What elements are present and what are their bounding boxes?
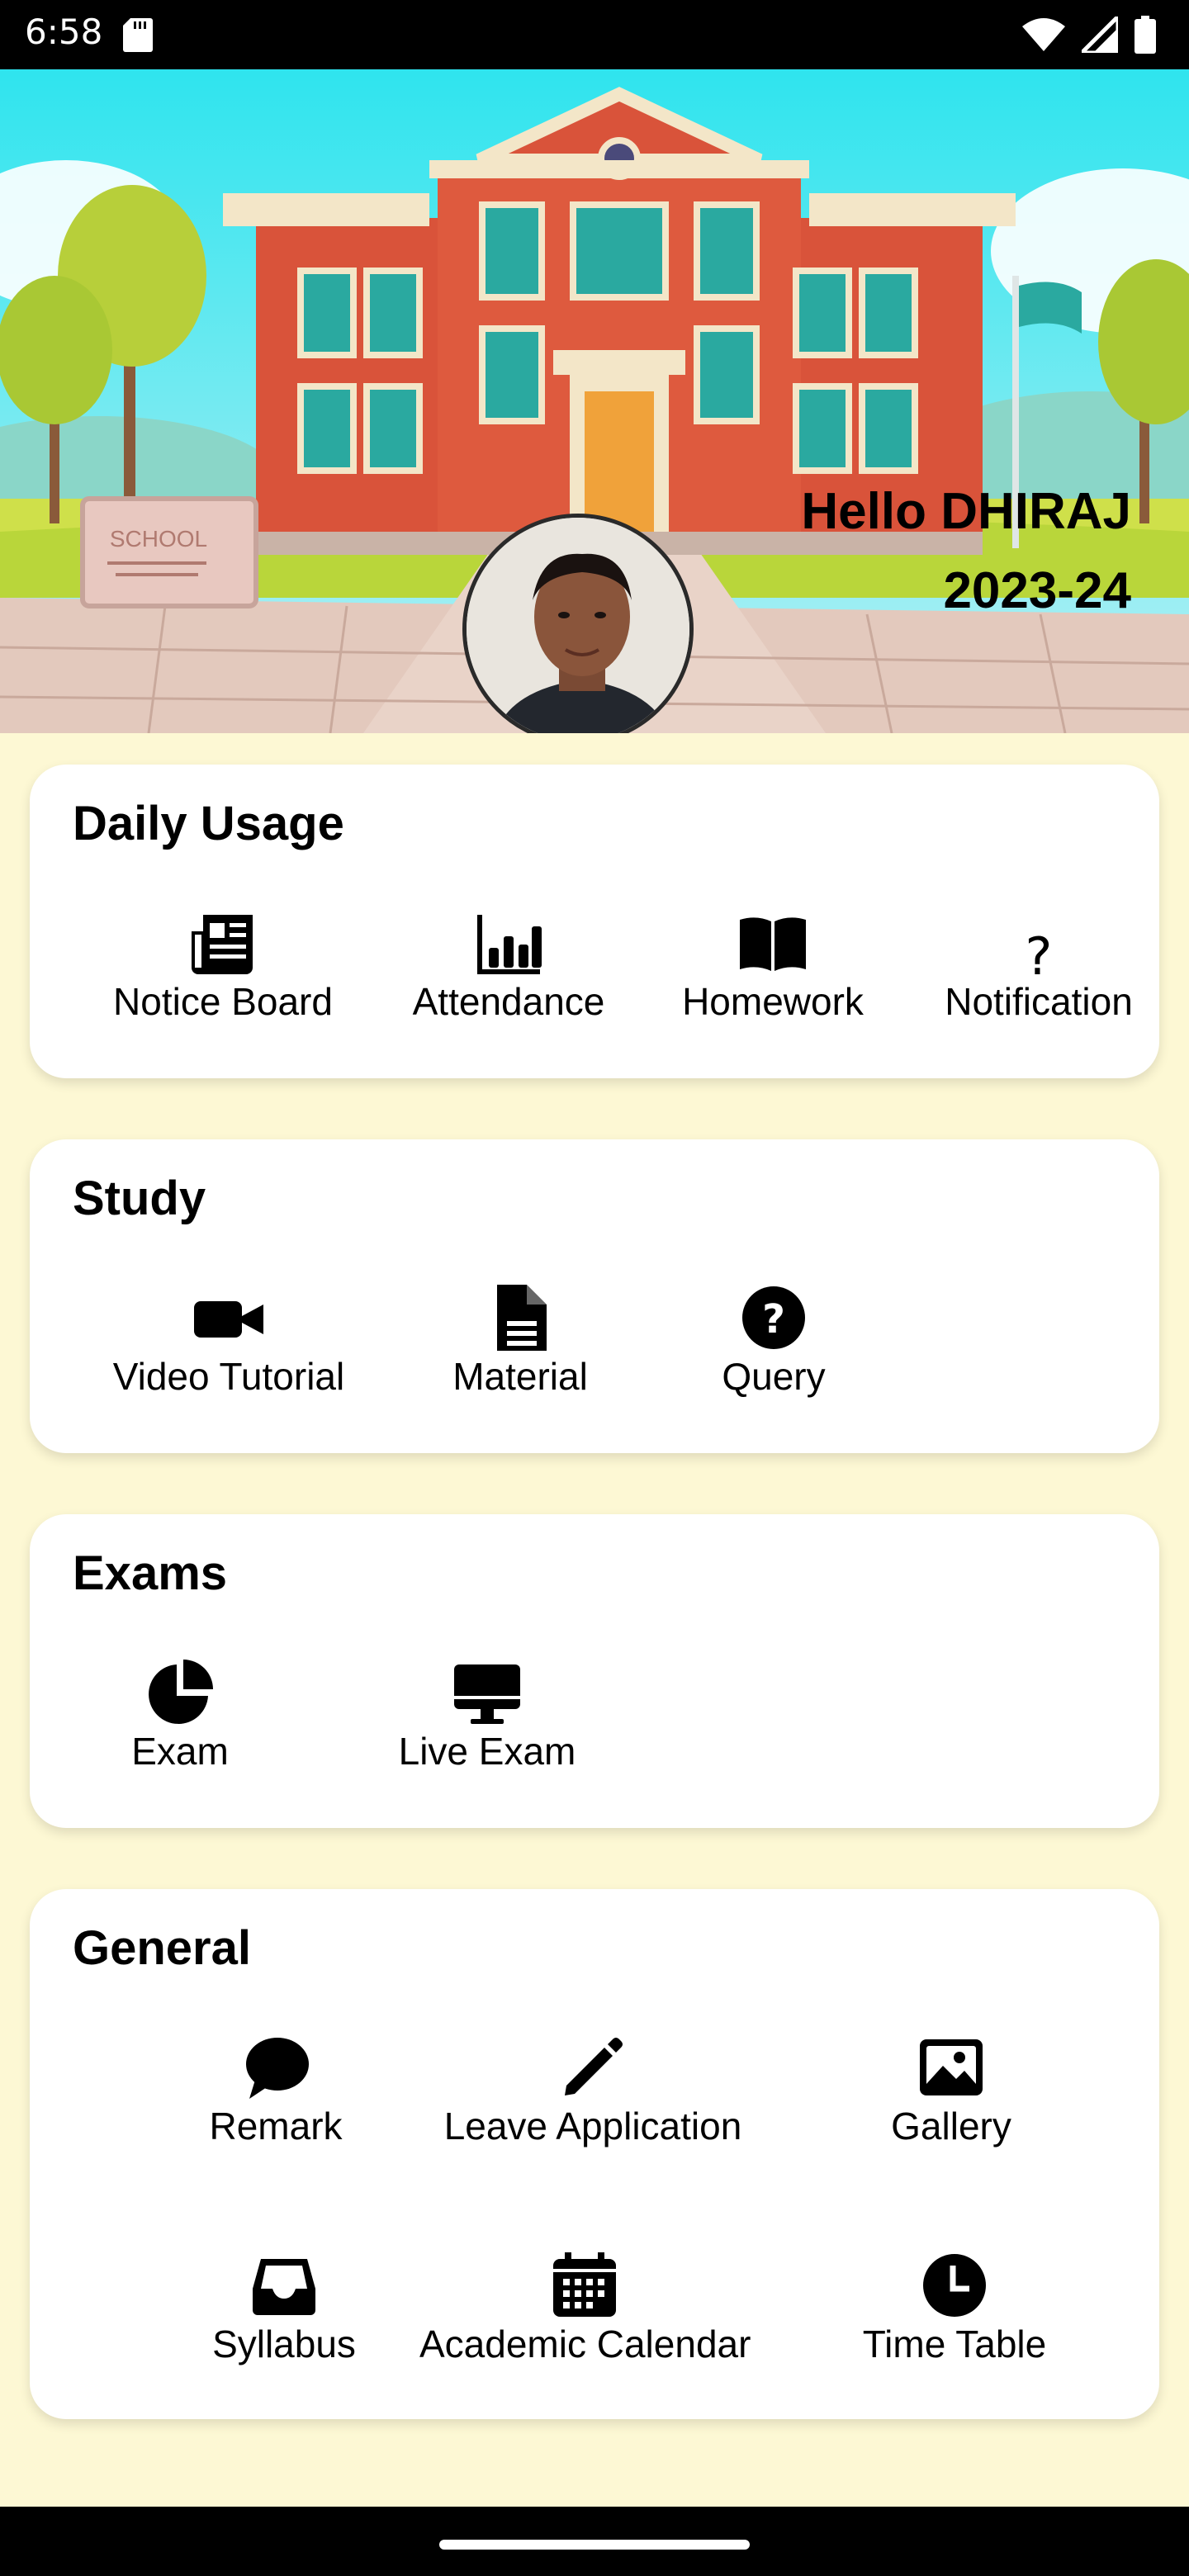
item-label: Notification	[945, 980, 1133, 1023]
status-bar: 6:58	[0, 0, 1189, 69]
sd-card-icon	[123, 18, 153, 52]
section-title: Exams	[73, 1546, 228, 1600]
profile-photo	[467, 518, 689, 733]
status-time: 6:58	[25, 12, 103, 52]
pencil-icon	[565, 2038, 623, 2095]
newspaper-icon	[192, 915, 253, 974]
item-label: Exam	[131, 1730, 229, 1773]
question-mark-icon: ?	[1026, 926, 1053, 978]
book-icon	[740, 917, 806, 971]
notice-board-button[interactable]: Notice Board	[74, 908, 372, 1024]
section-title: Daily Usage	[73, 797, 344, 850]
signal-icon	[1082, 17, 1118, 53]
clock-icon	[923, 2254, 986, 2317]
live-exam-button[interactable]: Live Exam	[355, 1658, 619, 1773]
svg-text:?: ?	[1026, 926, 1053, 978]
query-button[interactable]: ? Query	[646, 1283, 902, 1399]
chat-bubble-icon	[246, 2038, 309, 2099]
greeting-text: Hello DHIRAJ	[801, 483, 1131, 540]
section-title: General	[73, 1921, 251, 1975]
item-label: Leave Application	[443, 2105, 742, 2147]
system-navigation-bar	[0, 2507, 1189, 2576]
battery-icon	[1135, 16, 1156, 54]
item-label: Academic Calendar	[419, 2323, 751, 2365]
document-icon	[497, 1285, 547, 1351]
exam-button[interactable]: Exam	[73, 1658, 287, 1773]
home-gesture-handle[interactable]	[439, 2540, 750, 2550]
bar-chart-icon	[477, 915, 542, 974]
item-label: Material	[452, 1355, 588, 1398]
pie-chart-icon	[149, 1660, 213, 1724]
attendance-button[interactable]: Attendance	[360, 908, 657, 1024]
item-label: Homework	[682, 980, 864, 1023]
item-label: Remark	[209, 2105, 343, 2147]
wifi-icon	[1022, 18, 1065, 51]
school-sign-text: SCHOOL	[110, 526, 207, 552]
general-card: General Remark Leave Application Gallery…	[30, 1889, 1159, 2419]
item-label: Live Exam	[398, 1730, 576, 1773]
session-text: 2023-24	[943, 562, 1131, 619]
time-table-button[interactable]: Time Table	[806, 2251, 1103, 2366]
item-label: Syllabus	[212, 2323, 356, 2365]
header-banner: SCHOOL Hello DHIRAJ 2023-24	[0, 69, 1189, 733]
inbox-icon	[253, 2259, 315, 2315]
study-card: Study Video Tutorial Material ? Query	[30, 1139, 1159, 1453]
desktop-icon	[454, 1664, 520, 1724]
item-label: Video Tutorial	[112, 1355, 345, 1398]
video-camera-icon	[194, 1301, 263, 1338]
leave-application-button[interactable]: Leave Application	[428, 2033, 758, 2148]
greeting-block: Hello DHIRAJ 2023-24	[801, 472, 1131, 631]
svg-text:?: ?	[762, 1296, 785, 1342]
academic-calendar-button[interactable]: Academic Calendar	[419, 2251, 751, 2366]
material-button[interactable]: Material	[363, 1283, 677, 1399]
item-label: Attendance	[412, 980, 605, 1023]
help-circle-icon: ?	[742, 1286, 805, 1349]
remark-button[interactable]: Remark	[127, 2033, 424, 2148]
item-label: Gallery	[891, 2105, 1011, 2147]
image-icon	[920, 2039, 983, 2095]
gallery-button[interactable]: Gallery	[803, 2033, 1100, 2148]
exams-card: Exams Exam Live Exam	[30, 1514, 1159, 1828]
notification-button[interactable]: ? Notification	[890, 908, 1187, 1024]
item-label: Time Table	[862, 2323, 1047, 2365]
homework-button[interactable]: Homework	[624, 908, 921, 1024]
daily-usage-card: Daily Usage Notice Board Attendance Home…	[30, 765, 1159, 1078]
calendar-icon	[553, 2252, 616, 2317]
item-label: Notice Board	[113, 980, 333, 1023]
video-tutorial-button[interactable]: Video Tutorial	[68, 1283, 390, 1399]
avatar[interactable]	[462, 514, 694, 733]
section-title: Study	[73, 1172, 206, 1225]
syllabus-button[interactable]: Syllabus	[135, 2251, 433, 2366]
item-label: Query	[722, 1355, 826, 1398]
